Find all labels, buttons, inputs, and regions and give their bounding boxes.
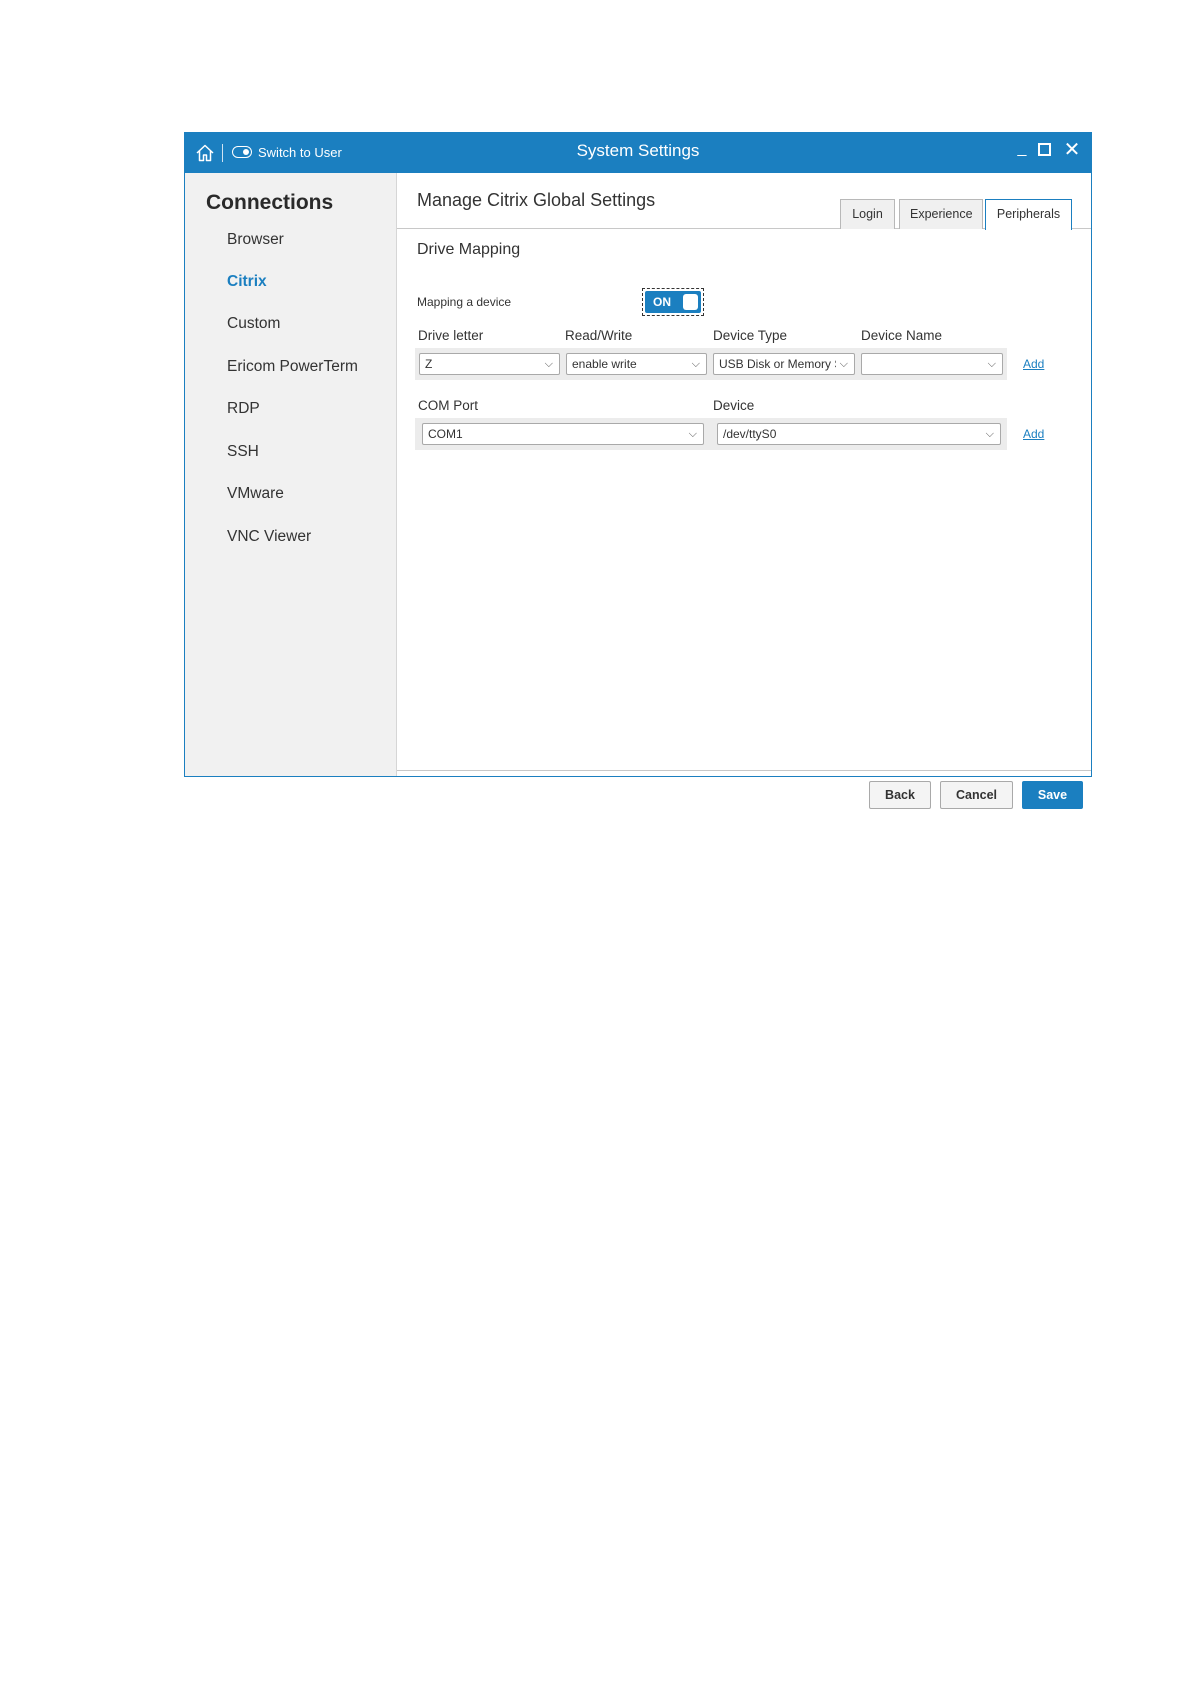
cancel-button[interactable]: Cancel xyxy=(940,781,1013,809)
chevron-down-icon: ⌵ xyxy=(688,428,697,440)
save-button[interactable]: Save xyxy=(1022,781,1083,809)
device-type-select[interactable]: USB Disk or Memory Stick ⌵ xyxy=(713,353,855,375)
read-write-header: Read/Write xyxy=(565,328,633,343)
section-title-drive-mapping: Drive Mapping xyxy=(417,241,521,258)
com-port-select[interactable]: COM1 ⌵ xyxy=(422,423,704,445)
sidebar: Connections Browser Citrix Custom Ericom… xyxy=(185,173,397,776)
chevron-down-icon: ⌵ xyxy=(985,428,994,440)
chevron-down-icon: ⌵ xyxy=(544,358,553,370)
main-panel: Manage Citrix Global Settings Login Expe… xyxy=(397,173,1091,809)
page-title: Manage Citrix Global Settings xyxy=(417,190,656,210)
title-bar: Switch to User System Settings _ ✕ xyxy=(185,133,1091,173)
close-button[interactable]: ✕ xyxy=(1063,139,1081,161)
system-settings-window: Switch to User System Settings _ ✕ Conne… xyxy=(184,132,1092,809)
sidebar-item-vnc-viewer[interactable]: VNC Viewer xyxy=(227,528,311,546)
read-write-value: enable write xyxy=(572,357,637,371)
mapping-device-toggle[interactable]: ON xyxy=(642,288,704,316)
com-device-value: /dev/ttyS0 xyxy=(723,427,777,441)
toggle-state-text: ON xyxy=(653,295,671,309)
drive-letter-value: Z xyxy=(425,357,433,371)
com-device-select[interactable]: /dev/ttyS0 ⌵ xyxy=(717,423,1001,445)
tab-peripherals[interactable]: Peripherals xyxy=(985,199,1072,230)
device-header: Device xyxy=(713,398,755,413)
sidebar-item-custom[interactable]: Custom xyxy=(227,315,280,333)
read-write-select[interactable]: enable write ⌵ xyxy=(566,353,707,375)
sidebar-item-vmware[interactable]: VMware xyxy=(227,485,284,503)
toggle-track: ON xyxy=(645,291,701,313)
drive-letter-select[interactable]: Z ⌵ xyxy=(419,353,560,375)
chevron-down-icon: ⌵ xyxy=(839,358,848,370)
tab-experience[interactable]: Experience xyxy=(899,199,983,229)
add-com-port-link[interactable]: Add xyxy=(1023,427,1044,441)
device-type-value: USB Disk or Memory Stick xyxy=(719,357,836,371)
sidebar-item-rdp[interactable]: RDP xyxy=(227,400,260,418)
chevron-down-icon: ⌵ xyxy=(987,358,996,370)
add-drive-mapping-link[interactable]: Add xyxy=(1023,357,1044,371)
footer-divider xyxy=(397,770,1091,771)
minimize-button[interactable]: _ xyxy=(1014,140,1030,162)
device-name-select[interactable]: ⌵ xyxy=(861,353,1003,375)
com-port-header: COM Port xyxy=(418,398,479,413)
sidebar-title: Connections xyxy=(206,191,334,214)
window-title: System Settings xyxy=(576,141,700,160)
sidebar-item-citrix[interactable]: Citrix xyxy=(227,273,267,291)
com-port-value: COM1 xyxy=(428,427,463,441)
chevron-down-icon: ⌵ xyxy=(691,358,700,370)
maximize-button[interactable] xyxy=(1038,143,1051,156)
sidebar-item-browser[interactable]: Browser xyxy=(227,231,284,249)
sidebar-item-ericom-powerterm[interactable]: Ericom PowerTerm xyxy=(227,358,358,376)
device-type-header: Device Type xyxy=(713,328,788,343)
device-name-header: Device Name xyxy=(861,328,943,343)
back-button[interactable]: Back xyxy=(869,781,931,809)
sidebar-item-ssh[interactable]: SSH xyxy=(227,443,259,461)
tab-login[interactable]: Login xyxy=(840,199,895,229)
drive-letter-header: Drive letter xyxy=(418,328,484,343)
mapping-device-label: Mapping a device xyxy=(417,295,512,309)
toggle-knob xyxy=(683,294,698,310)
